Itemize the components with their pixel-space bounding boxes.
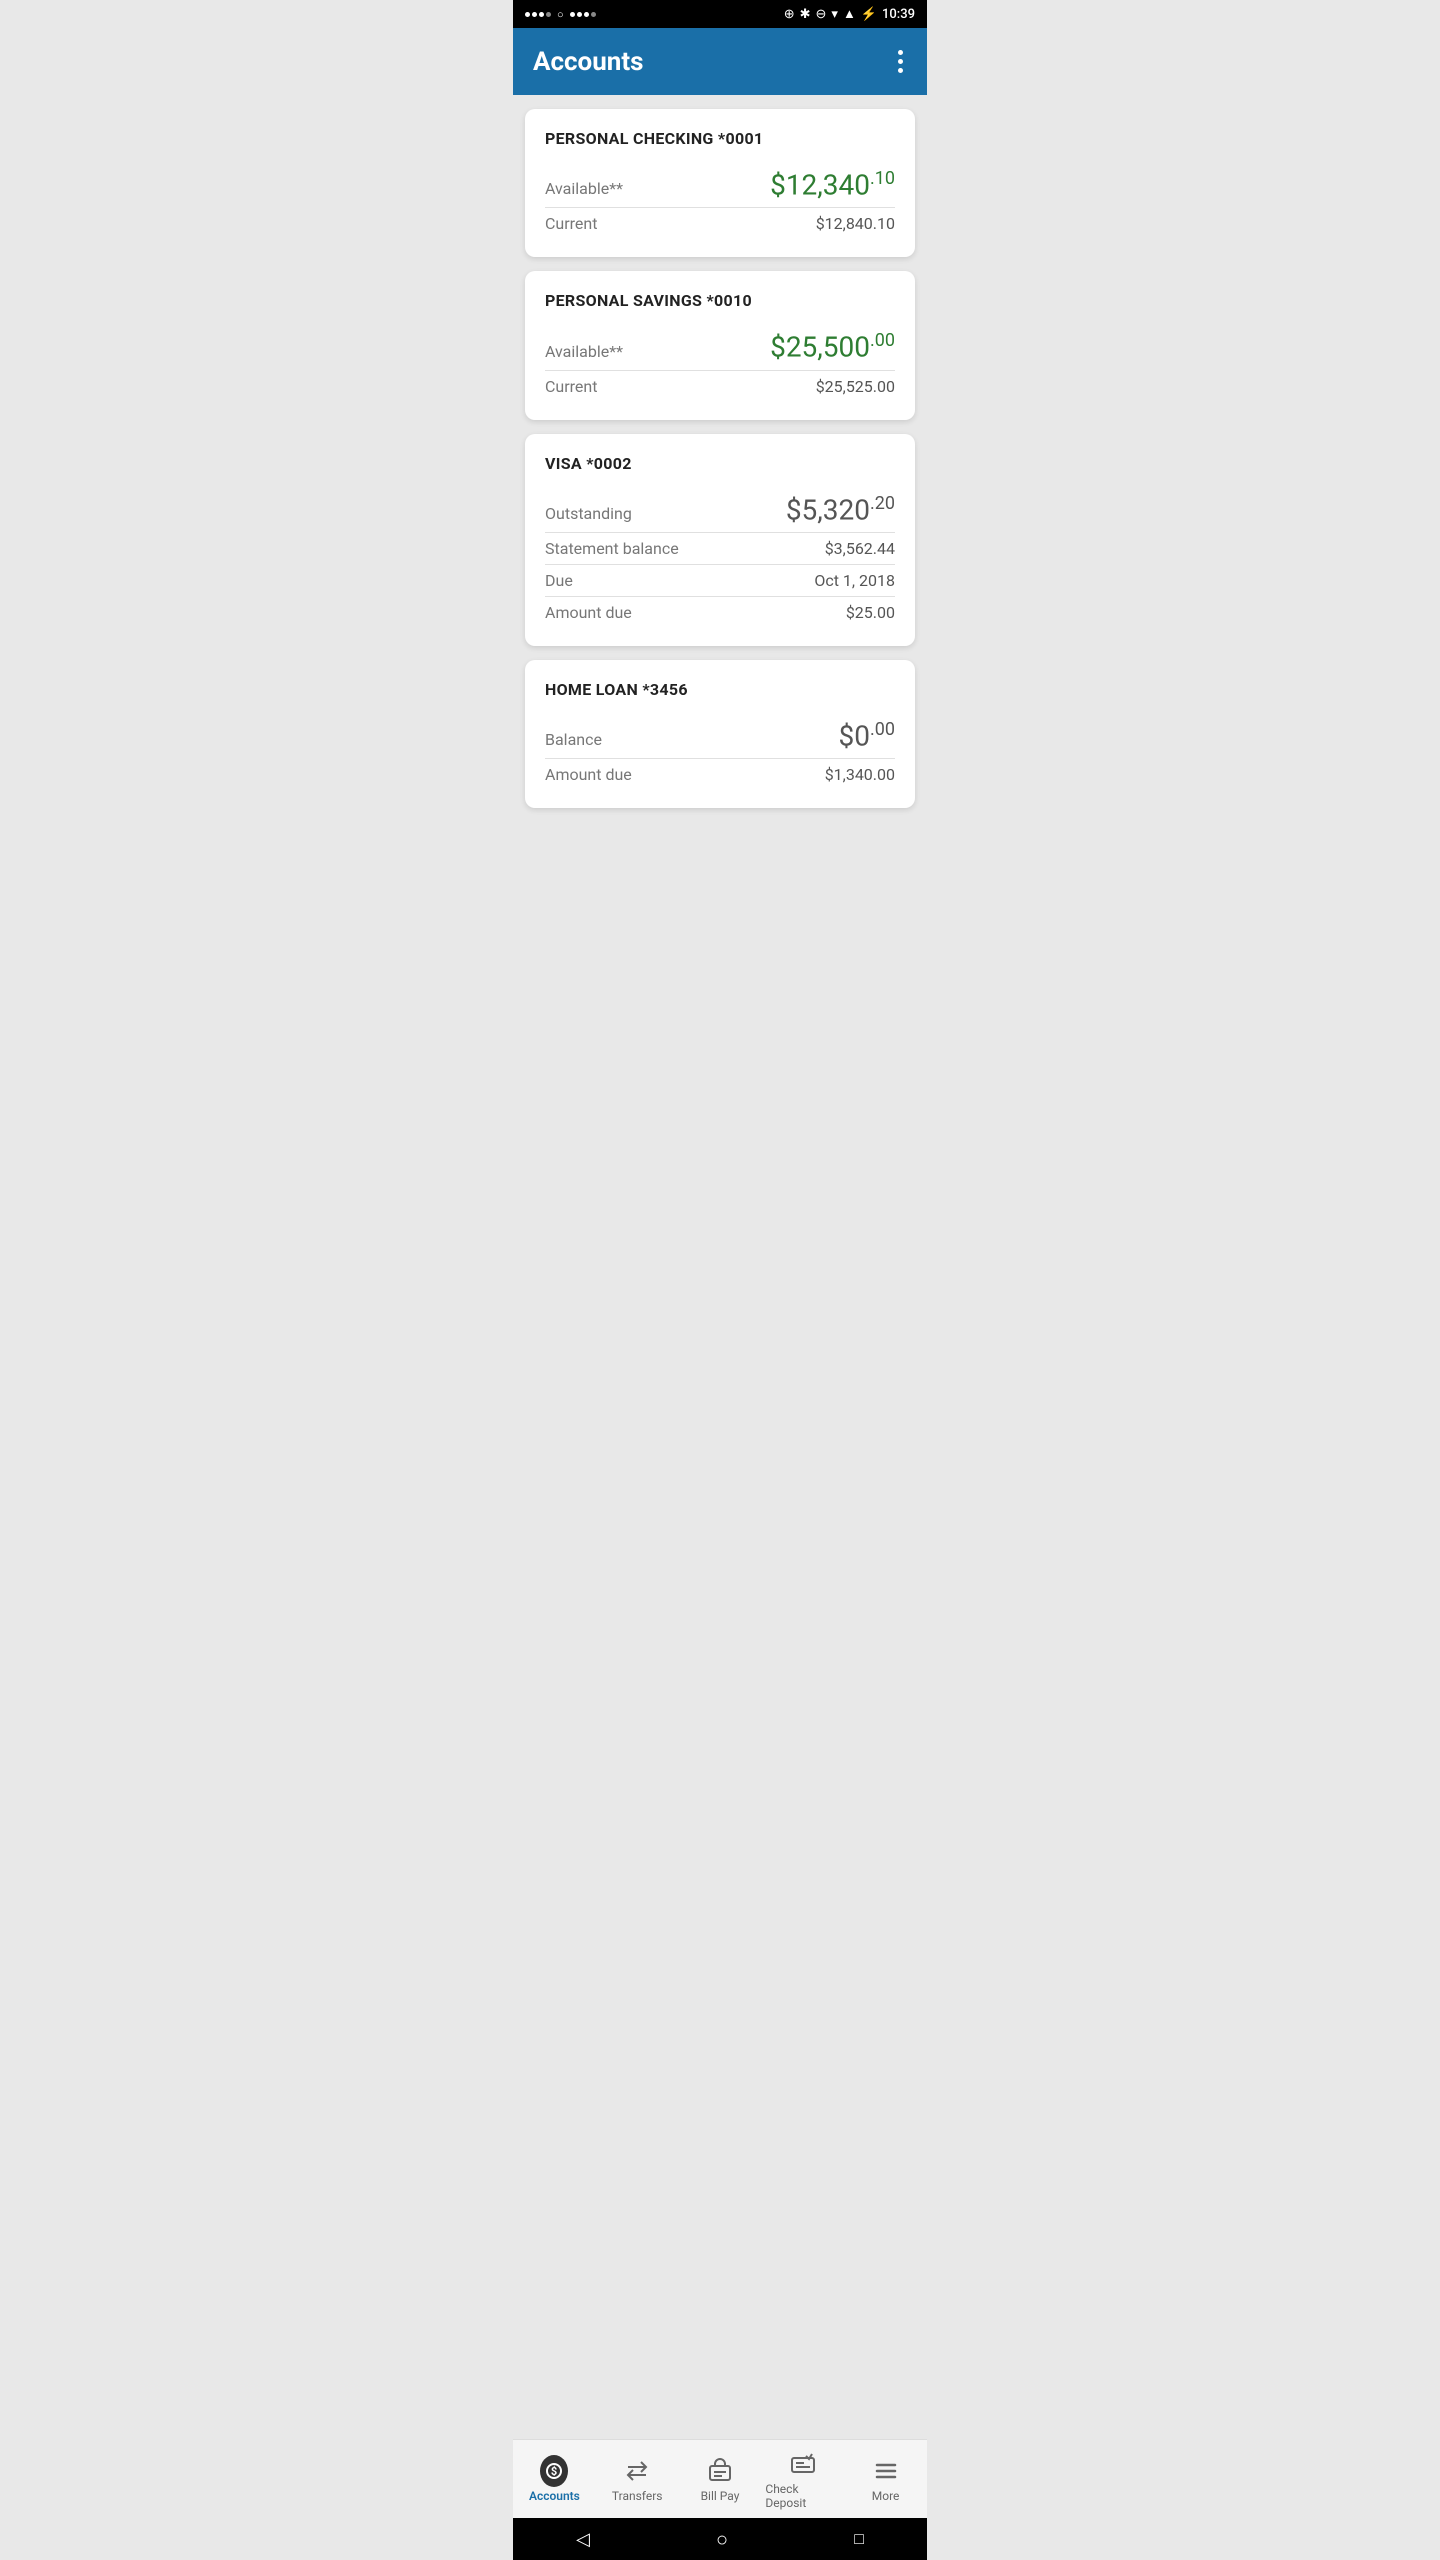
nav-item-accounts[interactable]: $ Accounts (513, 2440, 596, 2518)
more-icon (872, 2457, 900, 2485)
carrier-icon: ○ (557, 8, 564, 21)
battery-icon: ⚡ (861, 7, 877, 22)
accounts-icon: $ (540, 2457, 568, 2485)
account-row: Available** $12,340.10 (545, 162, 895, 208)
available-label: Available** (545, 179, 623, 198)
clock: 10:39 (882, 7, 915, 22)
signal-icon: ▲ (843, 6, 856, 22)
account-row: Outstanding $5,320.20 (545, 487, 895, 533)
status-right: ⊕ ✱ ⊖ ▾ ▲ ⚡ 10:39 (784, 6, 915, 22)
statement-balance-value: $3,562.44 (825, 539, 895, 558)
more-options-button[interactable] (894, 46, 907, 77)
due-value: Oct 1, 2018 (814, 571, 895, 590)
nav-item-more[interactable]: More (844, 2440, 927, 2518)
account-row: Amount due $25.00 (545, 597, 895, 628)
accounts-list: PERSONAL CHECKING *0001 Available** $12,… (513, 95, 927, 918)
back-button[interactable]: ◁ (576, 2529, 590, 2550)
account-row: Statement balance $3,562.44 (545, 533, 895, 565)
balance-label: Balance (545, 730, 602, 749)
nav-item-transfers[interactable]: Transfers (596, 2440, 679, 2518)
account-row: Current $25,525.00 (545, 371, 895, 402)
app-header: Accounts (513, 28, 927, 95)
account-row: Current $12,840.10 (545, 208, 895, 239)
available-label: Available** (545, 342, 623, 361)
account-row: Due Oct 1, 2018 (545, 565, 895, 597)
amount-due-label: Amount due (545, 765, 632, 784)
current-value: $25,525.00 (816, 377, 895, 396)
available-value: $12,340.10 (770, 168, 895, 201)
current-value: $12,840.10 (816, 214, 895, 233)
account-title-savings: PERSONAL SAVINGS *0010 (545, 291, 895, 310)
account-row: Amount due $1,340.00 (545, 759, 895, 790)
current-label: Current (545, 377, 597, 396)
account-title-checking: PERSONAL CHECKING *0001 (545, 129, 895, 148)
account-title-visa: VISA *0002 (545, 454, 895, 473)
current-label: Current (545, 214, 597, 233)
nav-item-billpay[interactable]: Bill Pay (679, 2440, 762, 2518)
amount-due-value: $25.00 (846, 603, 895, 622)
balance-value: $0.00 (839, 719, 895, 752)
amount-due-label: Amount due (545, 603, 632, 622)
signal-dots-left (525, 12, 551, 17)
outstanding-value: $5,320.20 (786, 493, 895, 526)
bluetooth-icon: ✱ (800, 7, 811, 22)
due-label: Due (545, 571, 573, 590)
nav-item-checkdeposit[interactable]: Check Deposit (761, 2440, 844, 2518)
checkdeposit-nav-label: Check Deposit (765, 2482, 840, 2510)
home-button[interactable]: ○ (716, 2527, 728, 2552)
outstanding-label: Outstanding (545, 504, 632, 523)
account-row: Balance $0.00 (545, 713, 895, 759)
minus-circle-icon: ⊖ (816, 7, 827, 22)
transfers-nav-label: Transfers (612, 2489, 663, 2503)
status-left: ○ (525, 8, 596, 21)
checkdeposit-icon (789, 2450, 817, 2478)
more-nav-label: More (872, 2489, 900, 2503)
signal-dots-right (570, 12, 596, 17)
transfers-icon (623, 2457, 651, 2485)
add-icon: ⊕ (784, 7, 795, 22)
account-row: Available** $25,500.00 (545, 324, 895, 370)
wifi-icon: ▾ (831, 7, 838, 22)
recents-button[interactable]: □ (854, 2529, 864, 2549)
account-title-homeloan: HOME LOAN *3456 (545, 680, 895, 699)
accounts-nav-label: Accounts (529, 2489, 580, 2503)
account-card-visa[interactable]: VISA *0002 Outstanding $5,320.20 Stateme… (525, 434, 915, 646)
billpay-nav-label: Bill Pay (701, 2489, 740, 2503)
account-card-savings[interactable]: PERSONAL SAVINGS *0010 Available** $25,5… (525, 271, 915, 419)
statement-balance-label: Statement balance (545, 539, 679, 558)
page-title: Accounts (533, 47, 644, 77)
amount-due-value: $1,340.00 (825, 765, 895, 784)
android-nav-bar: ◁ ○ □ (513, 2518, 927, 2560)
available-value: $25,500.00 (770, 330, 895, 363)
bottom-nav: $ Accounts Transfers Bill P (513, 2439, 927, 2518)
billpay-icon (706, 2457, 734, 2485)
account-card-homeloan[interactable]: HOME LOAN *3456 Balance $0.00 Amount due… (525, 660, 915, 808)
status-bar: ○ ⊕ ✱ ⊖ ▾ ▲ ⚡ 10:39 (513, 0, 927, 28)
svg-text:$: $ (551, 2465, 557, 2478)
account-card-checking[interactable]: PERSONAL CHECKING *0001 Available** $12,… (525, 109, 915, 257)
